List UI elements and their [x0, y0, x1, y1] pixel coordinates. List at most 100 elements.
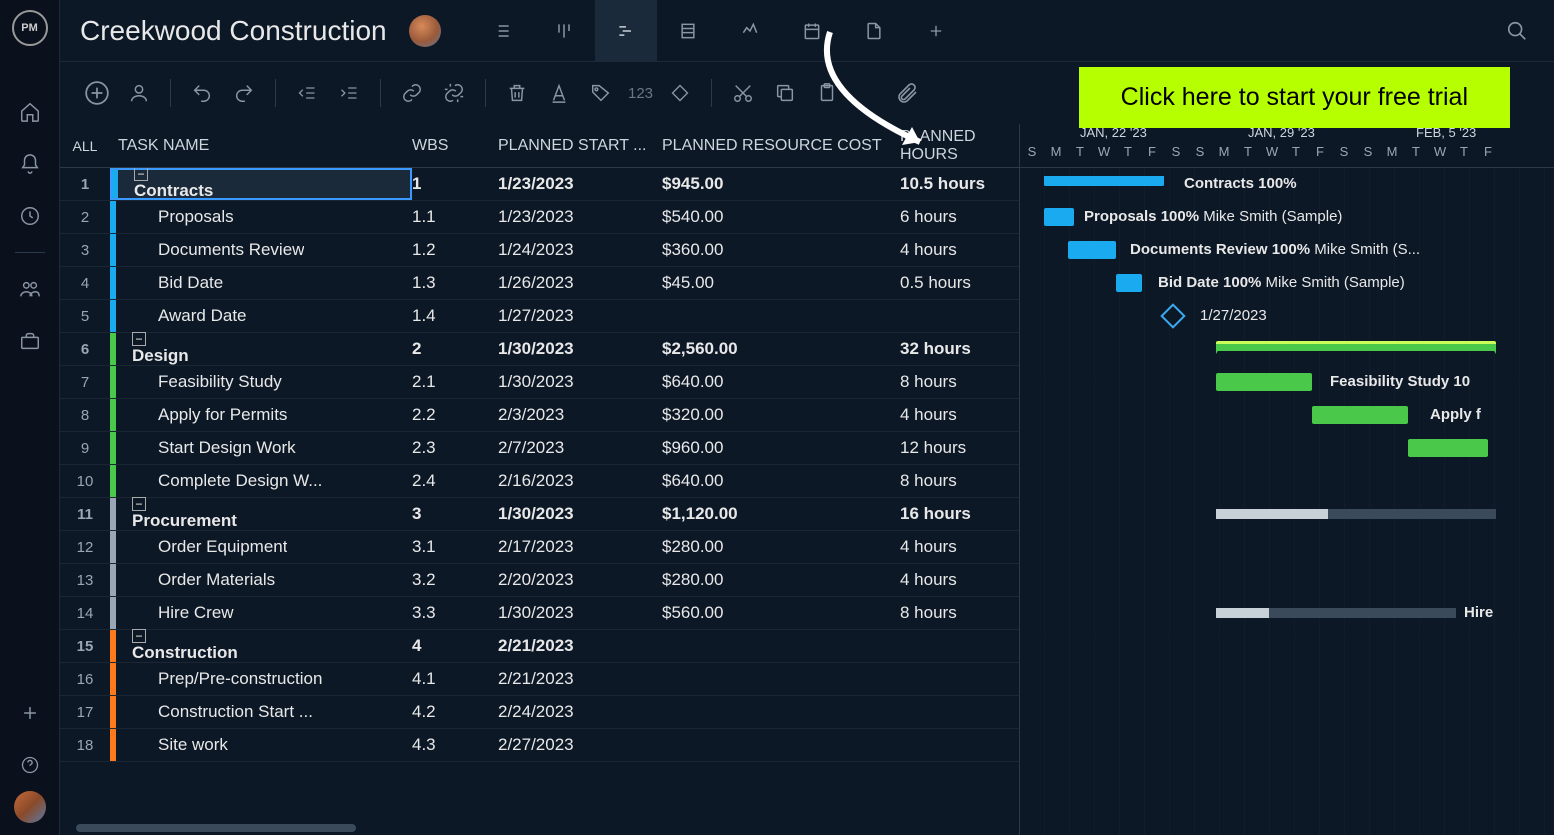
- planned-start-cell[interactable]: 2/3/2023: [498, 405, 662, 425]
- task-name-cell[interactable]: Site work: [110, 729, 412, 761]
- planned-hours-cell[interactable]: 16 hours: [900, 504, 1019, 524]
- wbs-cell[interactable]: 1: [412, 174, 498, 194]
- planned-cost-cell[interactable]: $280.00: [662, 570, 900, 590]
- cta-banner[interactable]: Click here to start your free trial: [1079, 67, 1510, 128]
- planned-start-cell[interactable]: 2/21/2023: [498, 669, 662, 689]
- gantt-row[interactable]: Feasibility Study 10: [1020, 366, 1554, 399]
- planned-start-cell[interactable]: 1/30/2023: [498, 504, 662, 524]
- gantt-row[interactable]: [1020, 333, 1554, 366]
- planned-start-cell[interactable]: 2/20/2023: [498, 570, 662, 590]
- gantt-row[interactable]: [1020, 630, 1554, 663]
- view-add-icon[interactable]: [905, 0, 967, 62]
- notifications-icon[interactable]: [12, 146, 48, 182]
- col-task[interactable]: TASK NAME: [110, 137, 412, 155]
- wbs-cell[interactable]: 1.4: [412, 306, 498, 326]
- task-name-cell[interactable]: Apply for Permits: [110, 399, 412, 431]
- team-icon[interactable]: [12, 271, 48, 307]
- gantt-row[interactable]: Contracts 100%: [1020, 168, 1554, 201]
- task-name-cell[interactable]: Order Materials: [110, 564, 412, 596]
- task-name-cell[interactable]: Complete Design W...: [110, 465, 412, 497]
- indent-icon[interactable]: [332, 76, 366, 110]
- planned-cost-cell[interactable]: $360.00: [662, 240, 900, 260]
- planned-start-cell[interactable]: 1/27/2023: [498, 306, 662, 326]
- copy-icon[interactable]: [768, 76, 802, 110]
- wbs-cell[interactable]: 4.3: [412, 735, 498, 755]
- planned-cost-cell[interactable]: $2,560.00: [662, 339, 900, 359]
- task-name-cell[interactable]: −Design: [110, 333, 412, 365]
- task-row[interactable]: 13Order Materials3.22/20/2023$280.004 ho…: [60, 564, 1019, 597]
- task-name-cell[interactable]: −Construction: [110, 630, 412, 662]
- task-row[interactable]: 17Construction Start ...4.22/24/2023: [60, 696, 1019, 729]
- add-icon[interactable]: [12, 695, 48, 731]
- gantt-task-bar[interactable]: [1068, 241, 1116, 259]
- col-wbs[interactable]: WBS: [412, 137, 498, 155]
- view-gantt-icon[interactable]: [595, 0, 657, 62]
- planned-start-cell[interactable]: 2/16/2023: [498, 471, 662, 491]
- planned-hours-cell[interactable]: 4 hours: [900, 570, 1019, 590]
- gantt-row[interactable]: [1020, 729, 1554, 762]
- horizontal-scrollbar[interactable]: [60, 821, 1019, 835]
- task-row[interactable]: 5Award Date1.41/27/2023: [60, 300, 1019, 333]
- planned-hours-cell[interactable]: 32 hours: [900, 339, 1019, 359]
- planned-hours-cell[interactable]: 4 hours: [900, 405, 1019, 425]
- gantt-task-bar[interactable]: [1408, 439, 1488, 457]
- wbs-cell[interactable]: 3.1: [412, 537, 498, 557]
- col-hours[interactable]: PLANNED HOURS: [900, 128, 1019, 164]
- app-logo[interactable]: PM: [12, 10, 48, 46]
- gantt-milestone[interactable]: [1160, 303, 1185, 328]
- planned-cost-cell[interactable]: $1,120.00: [662, 504, 900, 524]
- task-row[interactable]: 15−Construction42/21/2023: [60, 630, 1019, 663]
- gantt-row[interactable]: [1020, 663, 1554, 696]
- wbs-cell[interactable]: 3.3: [412, 603, 498, 623]
- task-name-cell[interactable]: Award Date: [110, 300, 412, 332]
- outdent-icon[interactable]: [290, 76, 324, 110]
- planned-cost-cell[interactable]: $640.00: [662, 372, 900, 392]
- gantt-row[interactable]: Hire: [1020, 597, 1554, 630]
- wbs-cell[interactable]: 1.2: [412, 240, 498, 260]
- planned-cost-cell[interactable]: $320.00: [662, 405, 900, 425]
- planned-cost-cell[interactable]: $45.00: [662, 273, 900, 293]
- tag-icon[interactable]: [584, 76, 618, 110]
- planned-start-cell[interactable]: 1/26/2023: [498, 273, 662, 293]
- view-dashboard-icon[interactable]: [719, 0, 781, 62]
- planned-cost-cell[interactable]: $960.00: [662, 438, 900, 458]
- task-row[interactable]: 1−Contracts11/23/2023$945.0010.5 hours: [60, 168, 1019, 201]
- planned-cost-cell[interactable]: $280.00: [662, 537, 900, 557]
- planned-start-cell[interactable]: 1/30/2023: [498, 372, 662, 392]
- wbs-cell[interactable]: 1.3: [412, 273, 498, 293]
- planned-cost-cell[interactable]: $540.00: [662, 207, 900, 227]
- redo-icon[interactable]: [227, 76, 261, 110]
- gantt-row[interactable]: Proposals 100% Mike Smith (Sample): [1020, 201, 1554, 234]
- task-row[interactable]: 3Documents Review1.21/24/2023$360.004 ho…: [60, 234, 1019, 267]
- planned-start-cell[interactable]: 2/7/2023: [498, 438, 662, 458]
- paste-icon[interactable]: [810, 76, 844, 110]
- wbs-cell[interactable]: 4.1: [412, 669, 498, 689]
- briefcase-icon[interactable]: [12, 323, 48, 359]
- task-row[interactable]: 9Start Design Work2.32/7/2023$960.0012 h…: [60, 432, 1019, 465]
- task-row[interactable]: 10Complete Design W...2.42/16/2023$640.0…: [60, 465, 1019, 498]
- task-row[interactable]: 18Site work4.32/27/2023: [60, 729, 1019, 762]
- planned-start-cell[interactable]: 1/24/2023: [498, 240, 662, 260]
- gantt-row[interactable]: [1020, 498, 1554, 531]
- task-row[interactable]: 6−Design21/30/2023$2,560.0032 hours: [60, 333, 1019, 366]
- add-task-icon[interactable]: [80, 76, 114, 110]
- task-row[interactable]: 16Prep/Pre-construction4.12/21/2023: [60, 663, 1019, 696]
- planned-hours-cell[interactable]: 6 hours: [900, 207, 1019, 227]
- wbs-cell[interactable]: 2.4: [412, 471, 498, 491]
- link-icon[interactable]: [395, 76, 429, 110]
- task-name-cell[interactable]: Order Equipment: [110, 531, 412, 563]
- planned-start-cell[interactable]: 1/23/2023: [498, 207, 662, 227]
- task-row[interactable]: 12Order Equipment3.12/17/2023$280.004 ho…: [60, 531, 1019, 564]
- task-name-cell[interactable]: Hire Crew: [110, 597, 412, 629]
- planned-hours-cell[interactable]: 12 hours: [900, 438, 1019, 458]
- planned-hours-cell[interactable]: 4 hours: [900, 240, 1019, 260]
- wbs-cell[interactable]: 1.1: [412, 207, 498, 227]
- planned-hours-cell[interactable]: 8 hours: [900, 372, 1019, 392]
- task-name-cell[interactable]: Documents Review: [110, 234, 412, 266]
- gantt-chart[interactable]: JAN, 22 '23JAN, 29 '23FEB, 5 '23 SMTWTFS…: [1020, 124, 1554, 835]
- gantt-row[interactable]: [1020, 531, 1554, 564]
- gantt-summary-bar[interactable]: [1044, 176, 1164, 186]
- planned-start-cell[interactable]: 1/30/2023: [498, 339, 662, 359]
- planned-cost-cell[interactable]: $945.00: [662, 174, 900, 194]
- gantt-progress-bar[interactable]: [1216, 608, 1456, 618]
